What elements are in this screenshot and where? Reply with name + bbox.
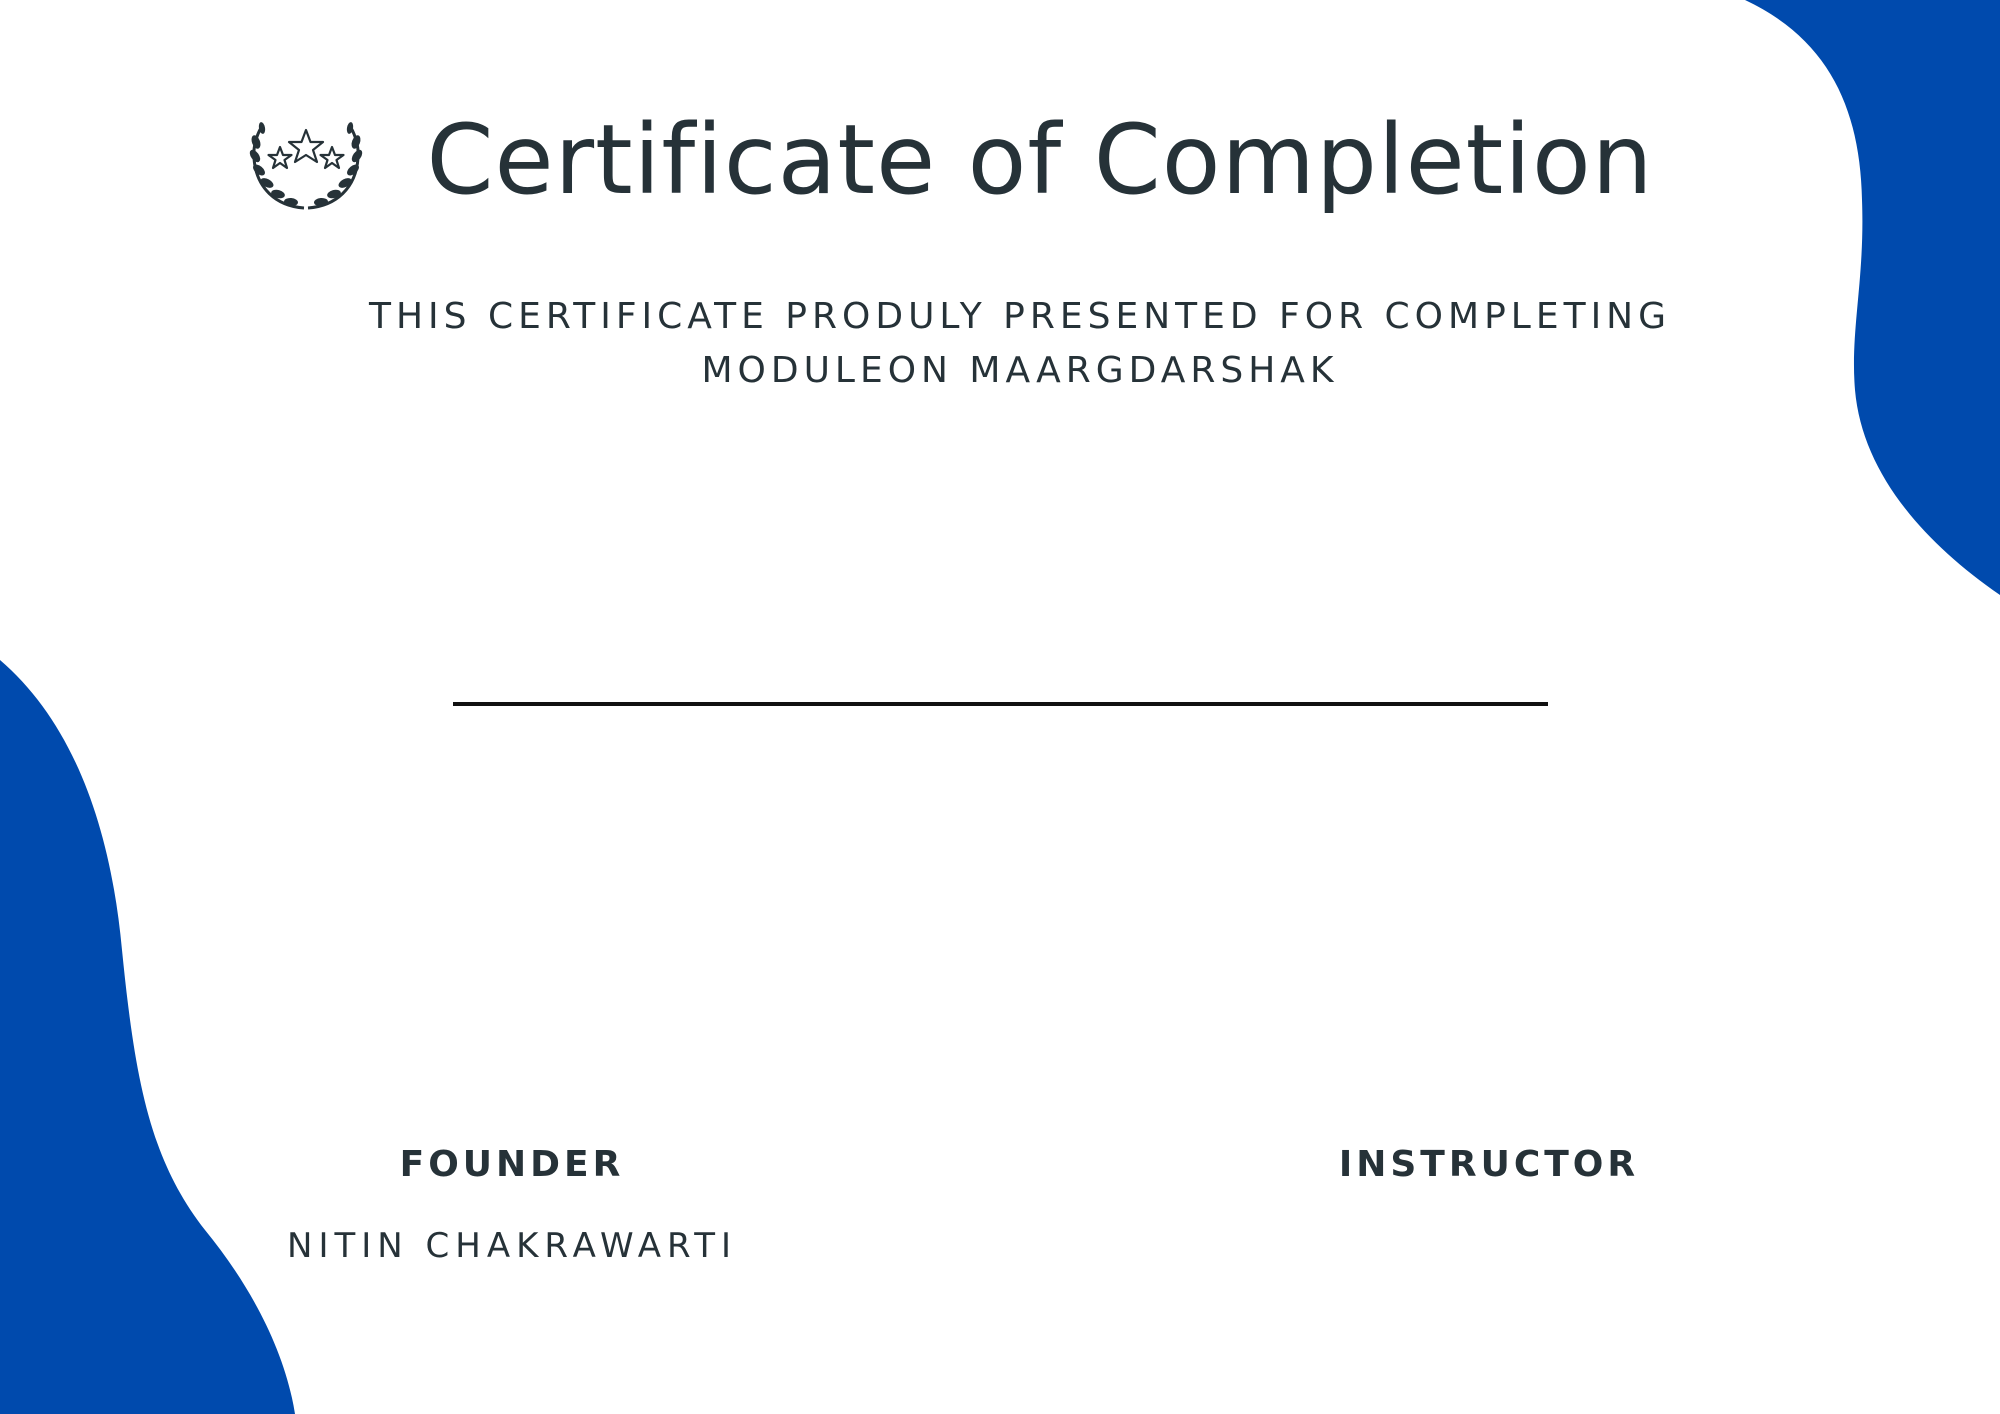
certificate-title: Certificate of Completion (426, 104, 1654, 216)
recipient-name-line (453, 702, 1548, 706)
founder-name: NITIN CHAKRAWARTI (287, 1226, 737, 1266)
founder-title: FOUNDER (399, 1144, 625, 1185)
certificate-page: Certificate of Completion THIS CERTIFICA… (0, 0, 2000, 1414)
certificate-subtitle: THIS CERTIFICATE PRODULY PRESENTED FOR C… (368, 296, 1672, 391)
instructor-title: INSTRUCTOR (1338, 1144, 1640, 1185)
